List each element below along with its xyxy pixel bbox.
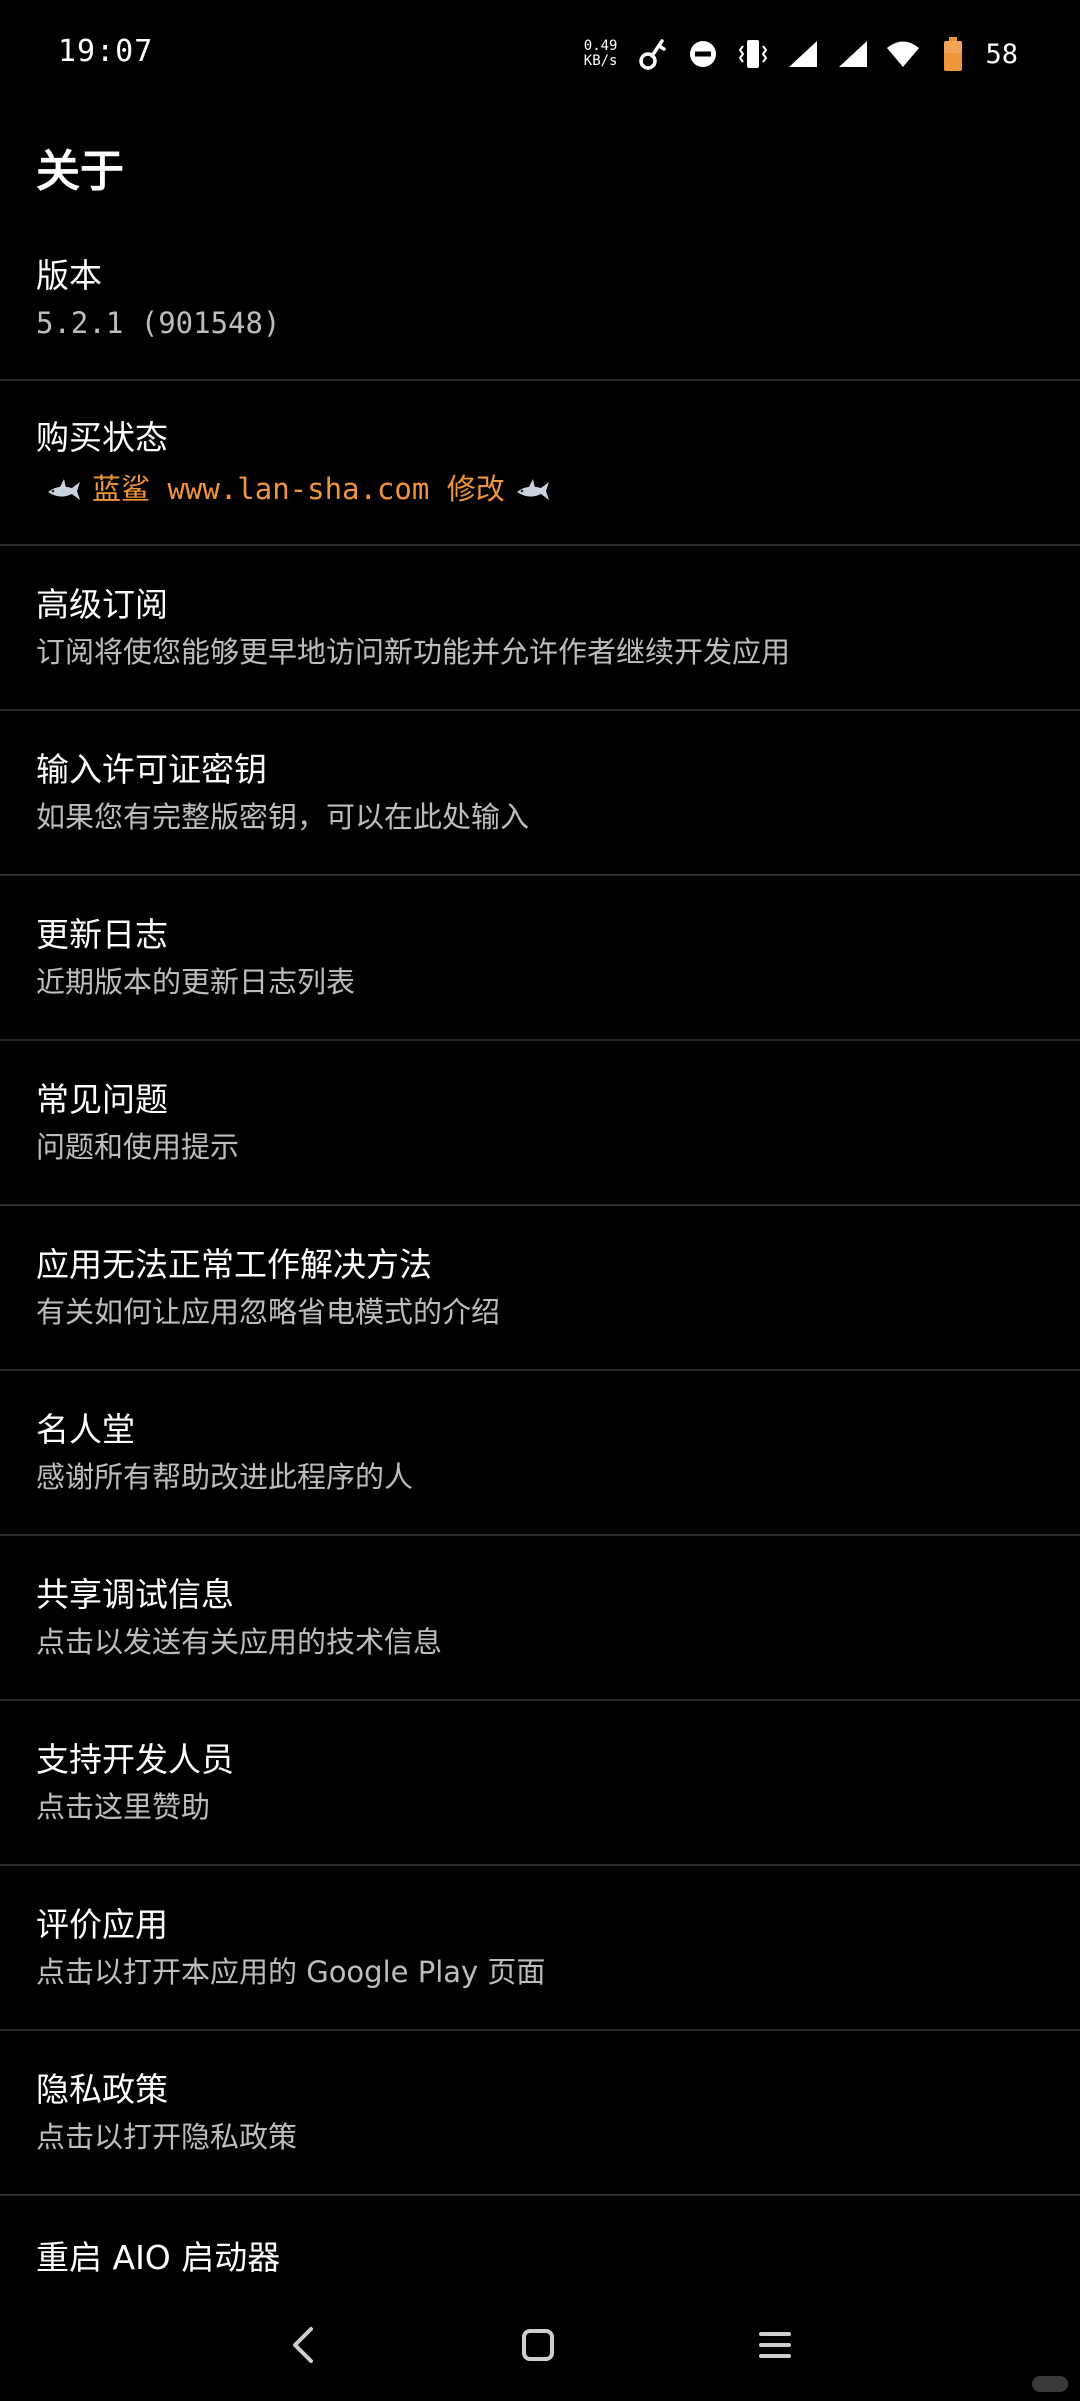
item-title: 共享调试信息 (36, 1574, 234, 1614)
item-title: 隐私政策 (36, 2069, 168, 2109)
item-subtitle: 问题和使用提示 (36, 1129, 240, 1164)
page-title: 关于 (36, 146, 124, 197)
settings-item-premium-subscription[interactable]: 高级订阅 订阅将使您能够更早地访问新功能并允许作者继续开发应用 (0, 546, 1080, 711)
settings-item-rate-app[interactable]: 评价应用 点击以打开本应用的 Google Play 页面 (0, 1866, 1080, 2031)
item-subtitle: 如果您有完整版密钥，可以在此处输入 (36, 799, 530, 834)
key-icon (633, 34, 673, 74)
item-title: 购买状态 (36, 417, 168, 457)
item-title: 名人堂 (36, 1409, 135, 1449)
status-time: 19:07 (58, 34, 154, 69)
item-subtitle: 点击以发送有关应用的技术信息 (36, 1624, 443, 1659)
item-title: 重启 AIO 启动器 (36, 2238, 281, 2277)
shark-icon (48, 478, 80, 500)
item-title: 评价应用 (36, 1904, 168, 1944)
do-not-disturb-icon (683, 34, 723, 74)
signal-icon (783, 34, 823, 74)
settings-item-version[interactable]: 版本 5.2.1 (901548) (0, 218, 1080, 381)
item-subtitle: 点击以打开隐私政策 (36, 2119, 298, 2154)
item-title: 更新日志 (36, 914, 168, 954)
settings-list: 版本 5.2.1 (901548) 购买状态 蓝鲨 www.lan-sha.co… (0, 218, 1080, 2361)
settings-item-support-developer[interactable]: 支持开发人员 点击这里赞助 (0, 1701, 1080, 1866)
settings-item-license-key[interactable]: 输入许可证密钥 如果您有完整版密钥，可以在此处输入 (0, 711, 1080, 876)
status-icons: 0.49 KB/s 58 (584, 34, 1018, 74)
back-button[interactable] (268, 2310, 338, 2380)
item-subtitle: 感谢所有帮助改进此程序的人 (36, 1459, 414, 1494)
settings-item-faq[interactable]: 常见问题 问题和使用提示 (0, 1041, 1080, 1206)
network-speed-unit: KB/s (583, 53, 618, 69)
item-title: 版本 (36, 255, 102, 295)
item-title: 支持开发人员 (36, 1739, 234, 1779)
settings-item-changelog[interactable]: 更新日志 近期版本的更新日志列表 (0, 876, 1080, 1041)
settings-item-privacy-policy[interactable]: 隐私政策 点击以打开隐私政策 (0, 2031, 1080, 2196)
shark-icon (516, 478, 549, 500)
back-icon (293, 2327, 313, 2363)
item-subtitle: 5.2.1 (901548) (36, 305, 281, 340)
navigation-bar (0, 2290, 1080, 2401)
network-speed: 0.49 KB/s (584, 39, 618, 69)
item-subtitle: 有关如何让应用忽略省电模式的介绍 (36, 1294, 501, 1329)
menu-icon (759, 2332, 791, 2358)
status-bar: 19:07 0.49 KB/s 58 (0, 0, 1080, 108)
battery-level: 58 (985, 38, 1018, 70)
item-subtitle: 点击这里赞助 (36, 1789, 211, 1824)
menu-button[interactable] (740, 2310, 810, 2380)
signal-icon (833, 34, 873, 74)
item-title: 应用无法正常工作解决方法 (36, 1244, 432, 1284)
settings-item-hall-of-fame[interactable]: 名人堂 感谢所有帮助改进此程序的人 (0, 1371, 1080, 1536)
item-title: 输入许可证密钥 (36, 749, 267, 789)
item-subtitle: 订阅将使您能够更早地访问新功能并允许作者继续开发应用 (36, 634, 791, 669)
item-subtitle: 近期版本的更新日志列表 (36, 964, 356, 999)
vibrate-icon (733, 34, 773, 74)
item-subtitle: 点击以打开本应用的 Google Play 页面 (36, 1954, 546, 1989)
item-title: 高级订阅 (36, 584, 168, 624)
home-button[interactable] (503, 2310, 573, 2380)
settings-item-purchase-status[interactable]: 购买状态 蓝鲨 www.lan-sha.com 修改 (0, 381, 1080, 546)
purchase-status-line: 蓝鲨 www.lan-sha.com 修改 (36, 468, 1044, 510)
item-subtitle: 蓝鲨 www.lan-sha.com 修改 (92, 471, 505, 506)
item-title: 常见问题 (36, 1079, 168, 1119)
settings-item-troubleshooting[interactable]: 应用无法正常工作解决方法 有关如何让应用忽略省电模式的介绍 (0, 1206, 1080, 1371)
watermark-badge (1032, 2376, 1068, 2392)
settings-item-share-debug-info[interactable]: 共享调试信息 点击以发送有关应用的技术信息 (0, 1536, 1080, 1701)
network-speed-value: 0.49 (583, 38, 618, 54)
wifi-icon (883, 34, 923, 74)
home-icon (522, 2329, 554, 2361)
battery-icon (933, 34, 973, 74)
